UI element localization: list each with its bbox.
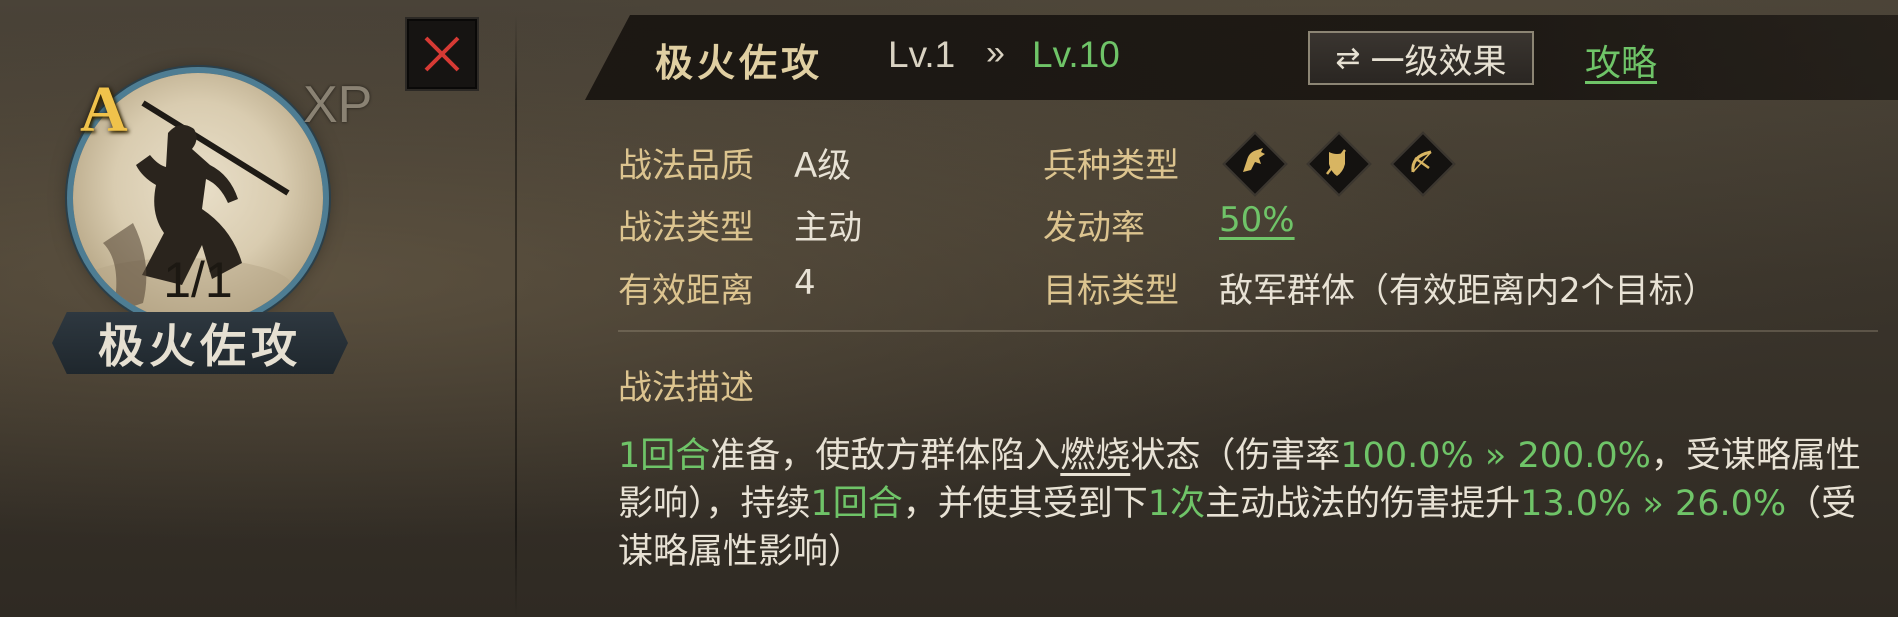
skill-count: 1/1 [163, 252, 233, 308]
type-value: 主动 [794, 208, 862, 248]
rate-label: 发动率 [1043, 208, 1145, 248]
range-value: 4 [794, 263, 816, 303]
type-label: 战法类型 [618, 208, 754, 248]
section-divider [618, 330, 1878, 332]
times-count: 1次 [1147, 484, 1206, 524]
bow-icon [1390, 131, 1456, 197]
prep-rounds: 1回合 [618, 436, 711, 476]
close-button[interactable] [405, 17, 479, 91]
panel-divider [515, 15, 517, 617]
damage-boost-range: 13.0% » 26.0% [1520, 484, 1787, 524]
rate-value[interactable]: 50% [1219, 200, 1295, 240]
grade-badge: A [80, 73, 128, 146]
level-to: Lv.10 [1032, 34, 1120, 75]
desc-part: 准备，使敌方群体陷入 [710, 436, 1061, 476]
swap-icon: ⇄ [1335, 40, 1361, 76]
xp-label: XP [303, 76, 373, 134]
level-effect-button[interactable]: ⇄ 一级效果 [1308, 31, 1534, 85]
cavalry-icon [1222, 131, 1288, 197]
description-text: 1回合准备，使敌方群体陷入燃烧状态（伤害率100.0% » 200.0%，受谋略… [618, 432, 1880, 576]
skill-name: 极火佐攻 [98, 319, 302, 373]
skill-title: 极火佐攻 [655, 40, 824, 85]
description-title: 战法描述 [618, 368, 754, 408]
quality-label: 战法品质 [618, 146, 754, 186]
desc-part: 主动战法的伤害提升 [1205, 484, 1521, 524]
shield-icon [1306, 131, 1372, 197]
duration-rounds: 1回合 [810, 484, 903, 524]
level-arrow-icon: » [986, 34, 1005, 72]
close-icon [424, 36, 460, 72]
desc-part: 状态（伤害率 [1130, 436, 1341, 476]
range-label: 有效距离 [618, 271, 754, 311]
damage-rate-range: 100.0% » 200.0% [1340, 436, 1651, 476]
target-value: 敌军群体（有效距离内2个目标） [1219, 271, 1717, 311]
desc-part: ，并使其受到下 [902, 484, 1148, 524]
skill-name-plate: 极火佐攻 [52, 312, 348, 374]
quality-value: A级 [794, 146, 852, 186]
target-label: 目标类型 [1043, 271, 1179, 311]
burn-status-link[interactable]: 燃烧 [1060, 436, 1130, 476]
level-effect-label: 一级效果 [1370, 41, 1507, 82]
level-from: Lv.1 [888, 34, 956, 75]
guide-link[interactable]: 攻略 [1585, 34, 1657, 86]
troop-label: 兵种类型 [1043, 146, 1179, 186]
